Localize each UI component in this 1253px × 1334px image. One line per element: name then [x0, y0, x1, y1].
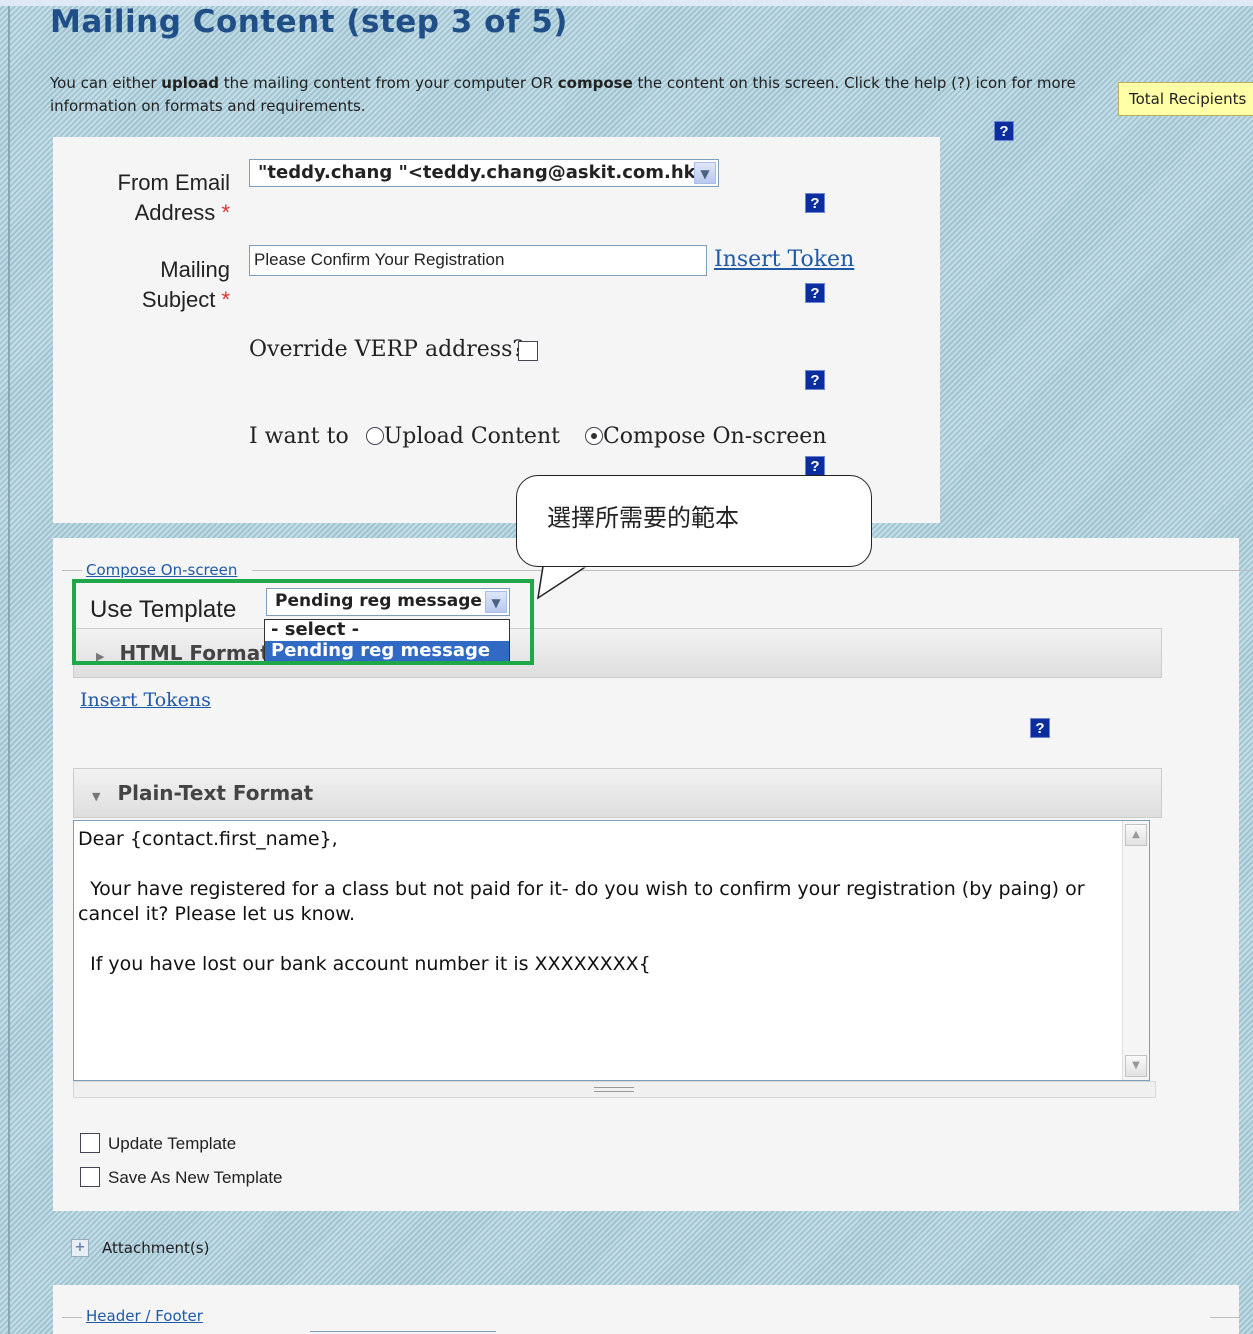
help-icon[interactable]: ? [994, 121, 1014, 141]
plain-text-textarea[interactable]: Dear {contact.first_name}, Your have reg… [73, 820, 1150, 1081]
plain-text-format-label: Plain-Text Format [117, 781, 314, 805]
fieldset-border [62, 1317, 82, 1318]
highlight-box [72, 579, 534, 665]
attachments-label[interactable]: Attachment(s) [102, 1239, 209, 1257]
textarea-scrollbar[interactable] [1122, 821, 1149, 1080]
update-template-checkbox[interactable] [80, 1133, 100, 1153]
chevron-down-icon: ▼ [92, 790, 101, 803]
save-new-template-checkbox[interactable] [80, 1167, 100, 1187]
compose-legend[interactable]: Compose On-screen [86, 561, 237, 579]
mailing-subject-label: Mailing Subject * [80, 255, 230, 315]
fieldset-border [252, 570, 1252, 571]
total-recipients-box: Total Recipients [1118, 82, 1253, 116]
insert-tokens-link[interactable]: Insert Tokens [80, 689, 211, 711]
help-icon[interactable]: ? [1030, 718, 1050, 738]
resize-handle[interactable] [73, 1081, 1156, 1098]
help-icon[interactable]: ? [805, 193, 825, 213]
help-icon[interactable]: ? [805, 283, 825, 303]
content-mode-row: I want to Upload Content Compose On-scre… [249, 424, 827, 449]
subject-label-line1: Mailing [160, 257, 230, 282]
plain-text-format-bar[interactable]: ▼ Plain-Text Format [73, 768, 1162, 818]
intro-part2: the mailing content from your computer O… [219, 74, 558, 92]
mailing-subject-input[interactable]: Please Confirm Your Registration [249, 245, 707, 276]
scroll-up-icon[interactable]: ▲ [1125, 824, 1147, 846]
from-label-line2: Address [134, 200, 216, 225]
fieldset-border [62, 570, 82, 571]
insert-token-link[interactable]: Insert Token [714, 247, 854, 272]
grip-icon [594, 1087, 634, 1092]
update-template-label: Update Template [108, 1134, 237, 1153]
help-icon[interactable]: ? [805, 456, 825, 476]
i-want-to-label: I want to [249, 424, 349, 449]
intro-compose-word: compose [557, 74, 633, 92]
help-icon[interactable]: ? [805, 370, 825, 390]
header-footer-panel [53, 1285, 1239, 1334]
intro-text: You can either upload the mailing conten… [50, 72, 1110, 118]
upload-content-label[interactable]: Upload Content [384, 424, 560, 449]
scroll-down-icon[interactable]: ▼ [1125, 1055, 1147, 1077]
intro-upload-word: upload [161, 74, 220, 92]
expand-plus-icon[interactable]: + [71, 1239, 89, 1257]
upload-content-radio[interactable] [365, 427, 384, 445]
intro-part1: You can either [50, 74, 162, 92]
override-verp-label: Override VERP address? [249, 337, 525, 362]
header-footer-legend[interactable]: Header / Footer [86, 1307, 203, 1325]
override-verp-checkbox[interactable] [518, 341, 538, 361]
from-label-line1: From Email [117, 170, 230, 195]
callout-bubble: 選擇所需要的範本 [516, 475, 872, 567]
from-email-select[interactable]: "teddy.chang "<teddy.chang@askit.com.hk>… [249, 159, 719, 187]
from-email-label: From Email Address * [80, 168, 230, 228]
page-title: Mailing Content (step 3 of 5) [50, 4, 568, 40]
compose-onscreen-label[interactable]: Compose On-screen [603, 424, 827, 449]
fieldset-border [1210, 1317, 1240, 1318]
compose-onscreen-radio[interactable] [584, 427, 603, 445]
subject-label-line2: Subject [141, 287, 216, 312]
save-new-template-label: Save As New Template [108, 1168, 283, 1187]
chevron-down-icon[interactable]: ▼ [694, 162, 716, 184]
left-border [8, 6, 10, 1334]
required-mark: * [221, 200, 230, 225]
from-email-value: "teddy.chang "<teddy.chang@askit.com.hk> [258, 162, 711, 183]
required-mark: * [221, 287, 230, 312]
